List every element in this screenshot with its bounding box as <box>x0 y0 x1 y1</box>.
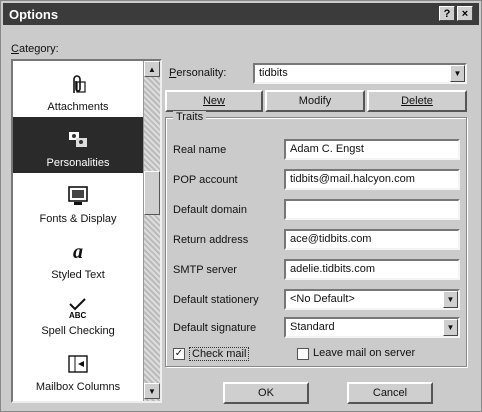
styled-text-icon: a <box>73 240 83 263</box>
leave-mail-checkbox[interactable] <box>297 348 309 360</box>
default-signature-select[interactable]: Standard ▼ <box>284 317 460 338</box>
default-stationery-select[interactable]: <No Default> ▼ <box>284 289 460 310</box>
category-item-attachments[interactable]: Attachments <box>13 61 143 117</box>
default-stationery-value: <No Default> <box>290 293 355 305</box>
svg-text:ABC: ABC <box>69 311 87 319</box>
pop-account-label: POP account <box>173 174 238 186</box>
close-button[interactable]: × <box>457 6 473 21</box>
smtp-server-label: SMTP server <box>173 264 237 276</box>
check-mail-checkbox[interactable]: ✓ <box>173 348 185 360</box>
category-item-personalities[interactable]: Personalities <box>13 117 143 173</box>
monitor-icon <box>67 185 89 207</box>
scroll-down-icon[interactable]: ▼ <box>144 383 160 399</box>
help-button[interactable]: ? <box>439 6 455 21</box>
real-name-label: Real name <box>173 144 227 156</box>
leave-mail-label[interactable]: Leave mail on server <box>313 347 415 359</box>
category-item-label: Fonts & Display <box>39 213 117 225</box>
category-list[interactable]: Attachments Personalities Fonts & Displa… <box>11 59 162 403</box>
default-domain-label: Default domain <box>173 204 247 216</box>
category-item-styled-text[interactable]: a Styled Text <box>13 229 143 285</box>
delete-label: Delete <box>401 95 433 107</box>
default-domain-field[interactable] <box>284 199 460 220</box>
default-signature-label: Default signature <box>173 322 257 334</box>
return-address-field[interactable]: ace@tidbits.com <box>284 229 460 250</box>
modify-label: Modify <box>298 95 332 107</box>
columns-icon <box>67 353 89 375</box>
cancel-button[interactable]: Cancel <box>347 382 433 404</box>
real-name-field[interactable]: Adam C. Engst <box>284 139 460 160</box>
personality-select[interactable]: tidbits ▼ <box>253 63 467 84</box>
personalities-icon <box>67 129 89 151</box>
window-title: Options <box>9 6 59 22</box>
category-item-spell-checking[interactable]: ABC Spell Checking <box>13 285 143 341</box>
category-scrollbar[interactable]: ▲ ▼ <box>143 61 160 401</box>
traits-title: Traits <box>173 111 207 123</box>
options-window: Options ? × Category: Attachments Person… <box>0 0 482 412</box>
ok-button[interactable]: OK <box>223 382 309 404</box>
personality-label: Personality: <box>169 67 227 79</box>
new-button[interactable]: New <box>165 90 263 112</box>
new-label: New <box>202 95 225 107</box>
spell-check-icon: ABC <box>67 297 89 319</box>
check-mail-label[interactable]: Check mail <box>189 347 250 361</box>
default-signature-value: Standard <box>290 321 335 333</box>
scroll-thumb[interactable] <box>144 171 160 215</box>
category-item-label: Spell Checking <box>41 325 115 337</box>
title-bar[interactable]: Options ? × <box>3 3 479 25</box>
personality-value: tidbits <box>259 67 288 79</box>
category-label: Category: <box>11 43 59 55</box>
chevron-down-icon[interactable]: ▼ <box>443 291 458 308</box>
category-item-label: Styled Text <box>51 269 105 281</box>
delete-button[interactable]: Delete <box>367 90 467 112</box>
smtp-server-field[interactable]: adelie.tidbits.com <box>284 259 460 280</box>
return-address-label: Return address <box>173 234 249 246</box>
category-item-fonts-display[interactable]: Fonts & Display <box>13 173 143 229</box>
chevron-down-icon[interactable]: ▼ <box>450 65 465 82</box>
category-item-label: Attachments <box>47 101 109 113</box>
chevron-down-icon[interactable]: ▼ <box>443 319 458 336</box>
pop-account-field[interactable]: tidbits@mail.halcyon.com <box>284 169 460 190</box>
scroll-up-icon[interactable]: ▲ <box>144 61 160 77</box>
paperclip-icon <box>67 73 89 95</box>
category-item-label: Personalities <box>46 157 110 169</box>
default-stationery-label: Default stationery <box>173 294 259 306</box>
modify-button[interactable]: Modify <box>265 90 365 112</box>
category-item-label: Mailbox Columns <box>35 381 121 393</box>
category-item-mailbox-columns[interactable]: Mailbox Columns <box>13 341 143 397</box>
